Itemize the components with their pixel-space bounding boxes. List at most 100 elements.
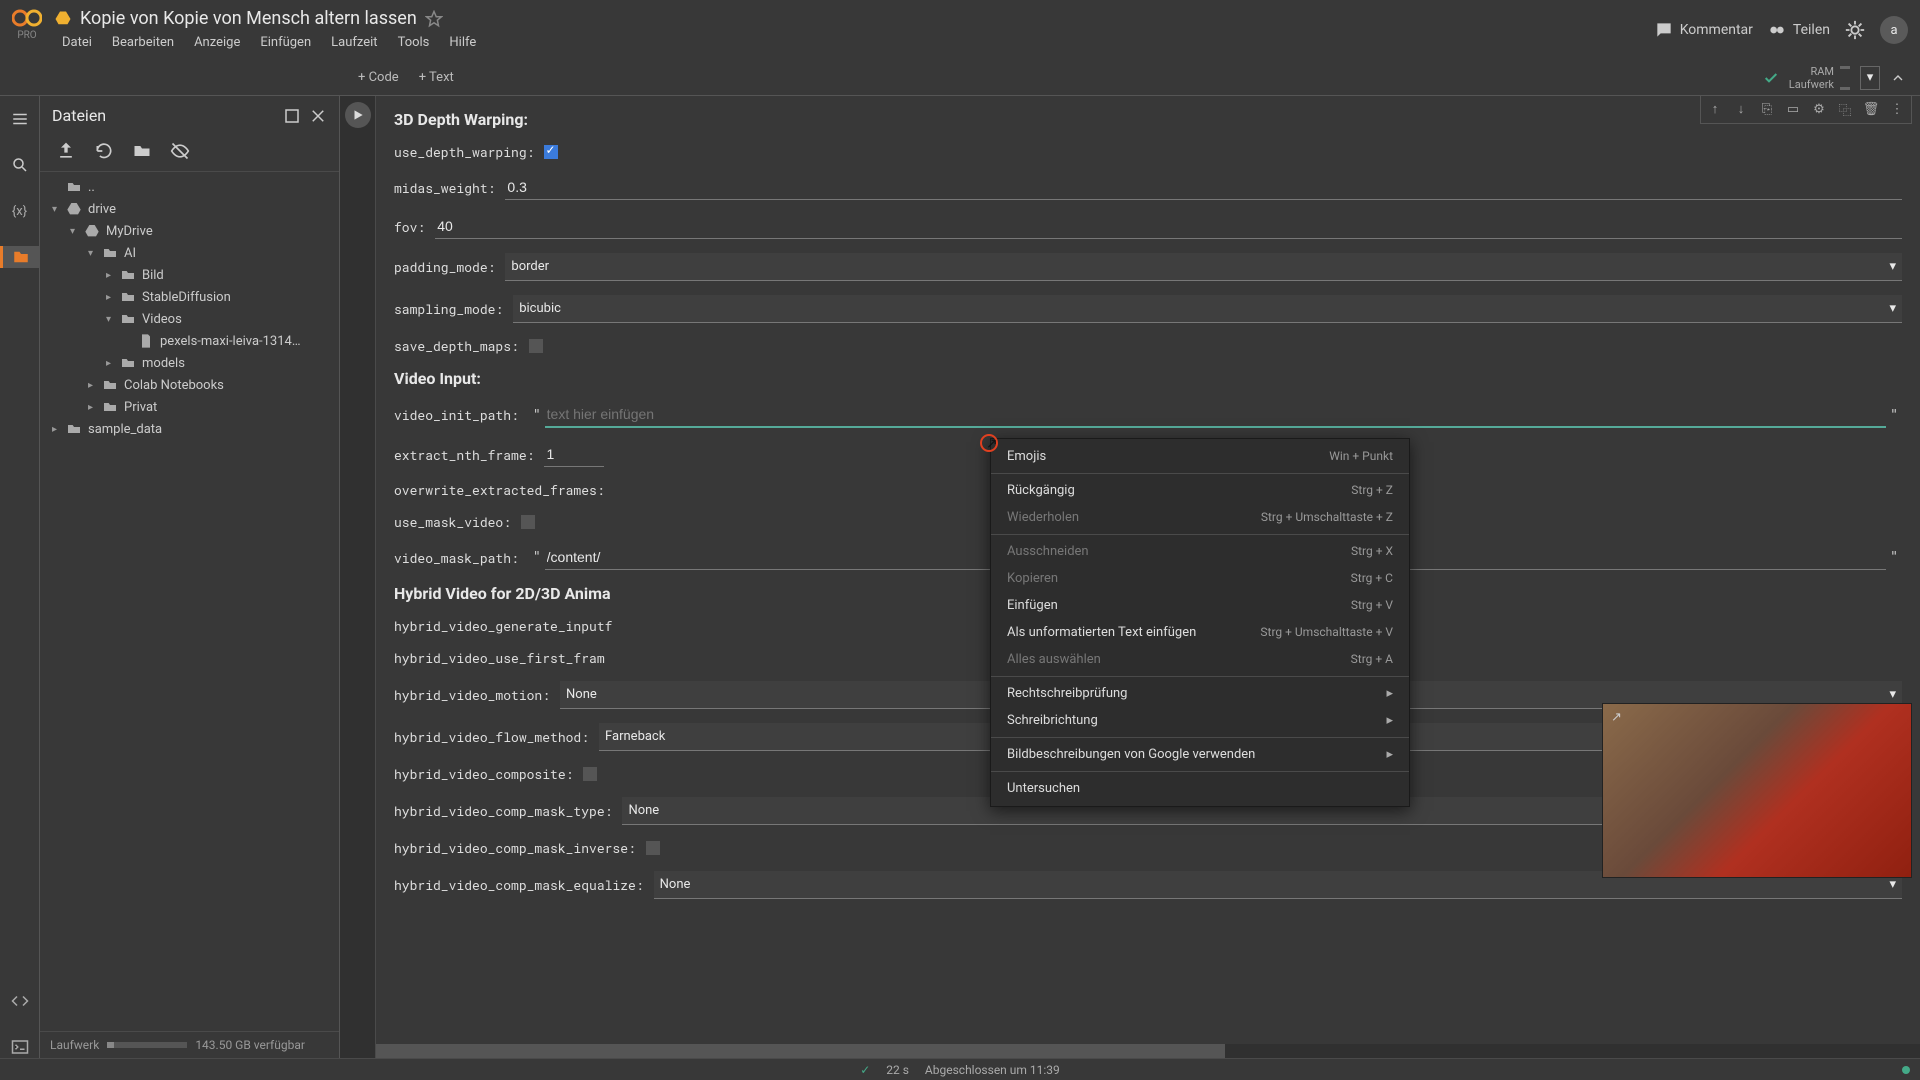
checkbox-use-mask-video[interactable]: [521, 515, 535, 529]
variables-icon[interactable]: {x}: [9, 200, 31, 222]
context-menu[interactable]: EmojisWin + PunktRückgängigStrg + ZWiede…: [990, 438, 1410, 807]
add-code-button[interactable]: + Code: [348, 66, 409, 89]
tree-item[interactable]: ▾AI: [40, 242, 339, 264]
context-menu-shortcut: Strg + Umschalttaste + Z: [1261, 510, 1393, 525]
teilen-button[interactable]: Teilen: [1767, 20, 1830, 40]
resource-dropdown[interactable]: ▾: [1860, 66, 1880, 90]
comment-cell-icon[interactable]: ▭: [1783, 99, 1803, 119]
move-down-icon[interactable]: ↓: [1731, 99, 1751, 119]
main-area: ↑ ↓ ⎘ ▭ ⚙ ⿻ 🗑 ⋮ 3D Depth Warping: use_de…: [340, 96, 1920, 1058]
menu-icon[interactable]: [9, 108, 31, 130]
horizontal-scrollbar[interactable]: [376, 1044, 1920, 1058]
mirror-icon[interactable]: ⿻: [1835, 99, 1855, 119]
play-icon: [351, 108, 365, 122]
label-hybrid-mask-equalize: hybrid_video_comp_mask_equalize:: [394, 876, 644, 894]
settings-cell-icon[interactable]: ⚙: [1809, 99, 1829, 119]
chevron-right-icon: ▸: [1386, 747, 1393, 762]
share-icon: [1767, 20, 1787, 40]
tree-label: sample_data: [88, 422, 162, 437]
more-icon[interactable]: ⋮: [1887, 99, 1907, 119]
checkbox-use-depth-warping[interactable]: [544, 145, 558, 159]
input-extract-nth-frame[interactable]: [544, 442, 604, 467]
tree-caret-icon[interactable]: ▾: [70, 226, 84, 237]
avatar[interactable]: a: [1880, 16, 1908, 44]
context-menu-item[interactable]: EinfügenStrg + V: [991, 592, 1409, 619]
menu-anzeige[interactable]: Anzeige: [186, 31, 248, 54]
menu-tools[interactable]: Tools: [390, 31, 438, 54]
tree-item[interactable]: ▸Bild: [40, 264, 339, 286]
checkbox-hybrid-mask-inverse[interactable]: [646, 841, 660, 855]
move-up-icon[interactable]: ↑: [1705, 99, 1725, 119]
menu-laufzeit[interactable]: Laufzeit: [323, 31, 385, 54]
tree-item[interactable]: ▸Privat: [40, 396, 339, 418]
tree-item[interactable]: ▸ sample_data: [40, 418, 339, 440]
context-menu-item[interactable]: Bildbeschreibungen von Google verwenden▸: [991, 741, 1409, 768]
context-menu-item[interactable]: Untersuchen: [991, 775, 1409, 802]
resource-indicator[interactable]: RAM Laufwerk: [1789, 65, 1850, 91]
context-menu-item[interactable]: EmojisWin + Punkt: [991, 443, 1409, 470]
menu-bearbeiten[interactable]: Bearbeiten: [104, 31, 182, 54]
app-header: PRO Kopie von Kopie von Mensch altern la…: [0, 0, 1920, 60]
context-menu-item: Alles auswählenStrg + A: [991, 646, 1409, 673]
search-icon[interactable]: [9, 154, 31, 176]
tree-caret-icon[interactable]: ▾: [52, 204, 66, 215]
input-video-init-path[interactable]: [545, 402, 1887, 428]
context-menu-item[interactable]: RückgängigStrg + Z: [991, 477, 1409, 504]
tree-caret-icon[interactable]: ▸: [88, 402, 102, 413]
tree-caret-icon[interactable]: ▸: [106, 292, 120, 303]
menu-einfügen[interactable]: Einfügen: [252, 31, 319, 54]
run-cell-button[interactable]: [345, 102, 371, 128]
document-title[interactable]: Kopie von Kopie von Mensch altern lassen: [80, 8, 417, 29]
cell-toolbar: ↑ ↓ ⎘ ▭ ⚙ ⿻ 🗑 ⋮: [1700, 96, 1912, 124]
menu-separator: [991, 771, 1409, 772]
tree-caret-icon[interactable]: ▸: [106, 358, 120, 369]
files-icon[interactable]: [0, 246, 39, 268]
chevron-down-icon: ▾: [1889, 877, 1896, 892]
context-menu-item[interactable]: Rechtschreibprüfung▸: [991, 680, 1409, 707]
tree-item[interactable]: ..: [40, 176, 339, 198]
menu-datei[interactable]: Datei: [54, 31, 100, 54]
checkbox-save-depth-maps[interactable]: [529, 339, 543, 353]
file-tree[interactable]: ..▾drive▾MyDrive▾AI▸Bild▸StableDiffusion…: [40, 172, 339, 1031]
tree-caret-icon[interactable]: ▸: [88, 380, 102, 391]
checkbox-hybrid-composite[interactable]: [583, 767, 597, 781]
popout-icon[interactable]: ↗: [1611, 710, 1622, 725]
select-padding-mode[interactable]: border▾: [505, 253, 1902, 281]
delete-cell-icon[interactable]: 🗑: [1861, 99, 1881, 119]
tree-item[interactable]: pexels-maxi-leiva-1314…: [40, 330, 339, 352]
scrollbar-thumb[interactable]: [376, 1044, 1225, 1058]
tree-item[interactable]: ▾MyDrive: [40, 220, 339, 242]
chevron-up-icon[interactable]: [1890, 70, 1906, 86]
link-icon[interactable]: ⎘: [1757, 99, 1777, 119]
tree-caret-icon[interactable]: ▸: [52, 424, 66, 435]
tree-caret-icon[interactable]: ▸: [106, 270, 120, 281]
mount-drive-icon[interactable]: [132, 141, 152, 161]
input-fov[interactable]: [435, 214, 1902, 239]
terminal-icon[interactable]: [9, 1036, 31, 1058]
tree-item[interactable]: ▸StableDiffusion: [40, 286, 339, 308]
new-window-icon[interactable]: [283, 107, 301, 125]
context-menu-item[interactable]: Als unformatierten Text einfügenStrg + U…: [991, 619, 1409, 646]
tree-item[interactable]: ▸Colab Notebooks: [40, 374, 339, 396]
context-menu-item[interactable]: Schreibrichtung▸: [991, 707, 1409, 734]
disk-free: 143.50 GB verfügbar: [195, 1038, 305, 1052]
tree-caret-icon[interactable]: ▾: [106, 314, 120, 325]
gear-icon[interactable]: [1844, 19, 1866, 41]
hide-icon[interactable]: [170, 141, 190, 161]
refresh-icon[interactable]: [94, 141, 114, 161]
tree-item[interactable]: ▾Videos: [40, 308, 339, 330]
tree-caret-icon[interactable]: ▾: [88, 248, 102, 259]
tree-item[interactable]: ▸models: [40, 352, 339, 374]
code-icon[interactable]: [9, 990, 31, 1012]
star-icon[interactable]: [425, 10, 443, 28]
close-panel-icon[interactable]: [309, 107, 327, 125]
menu-hilfe[interactable]: Hilfe: [441, 31, 484, 54]
check-icon: [1763, 70, 1779, 86]
select-sampling-mode[interactable]: bicubic▾: [513, 295, 1902, 323]
context-menu-item: KopierenStrg + C: [991, 565, 1409, 592]
kommentar-button[interactable]: Kommentar: [1654, 20, 1753, 40]
input-midas-weight[interactable]: [505, 175, 1902, 200]
add-text-button[interactable]: + Text: [409, 66, 464, 89]
upload-icon[interactable]: [56, 141, 76, 161]
tree-item[interactable]: ▾drive: [40, 198, 339, 220]
